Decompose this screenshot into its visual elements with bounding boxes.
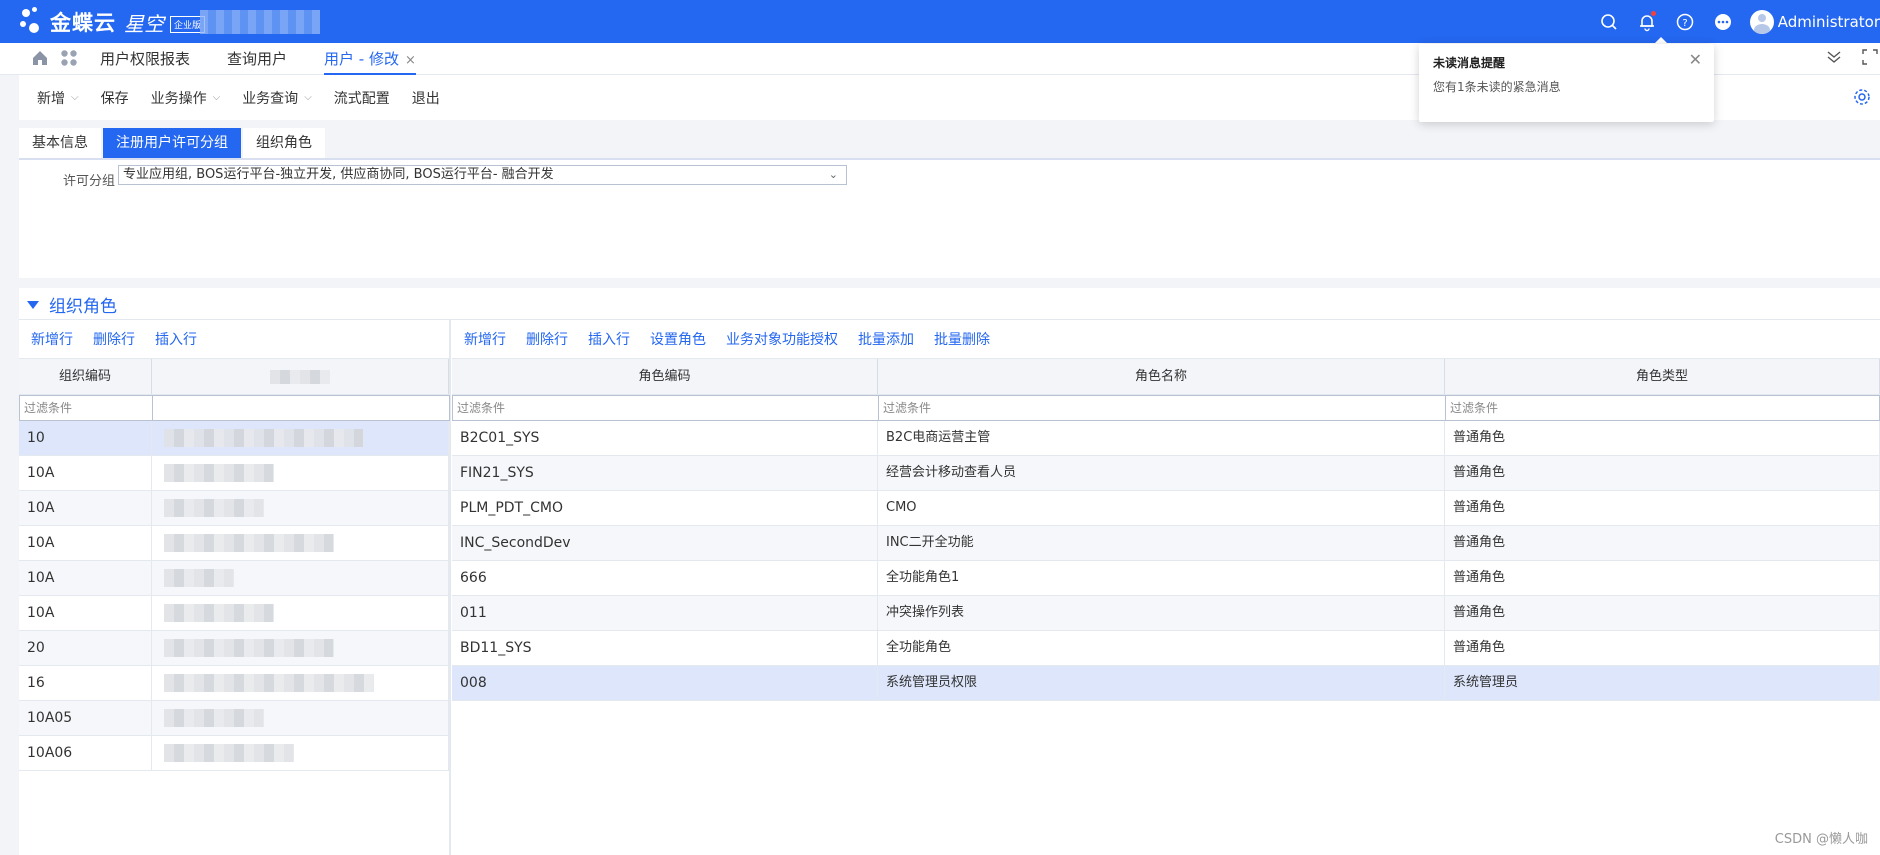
tab-user-permission-report[interactable]: 用户权限报表 [100, 43, 190, 75]
chevron-down-icon: ⌄ [828, 168, 838, 181]
license-group-select[interactable]: 专业应用组, BOS运行平台-独立开发, 供应商协同, BOS运行平台- 融合开… [118, 165, 847, 185]
table-row[interactable]: 10A [19, 491, 449, 526]
table-row[interactable]: PLM_PDT_CMO CMO 普通角色 [452, 491, 1880, 526]
more-icon[interactable] [1710, 9, 1736, 35]
table-row[interactable]: 20 [19, 631, 449, 666]
tab-license-group[interactable]: 注册用户许可分组 [103, 128, 241, 158]
unread-dot [1650, 10, 1656, 16]
table-row[interactable]: 011 冲突操作列表 普通角色 [452, 596, 1880, 631]
business-object-authorization-button[interactable]: 业务对象功能授权 [726, 329, 838, 349]
app-logo[interactable]: 金蝶云 星空 企业版 [20, 6, 206, 38]
tab-basic-info[interactable]: 基本信息 [19, 128, 101, 158]
org-grid: 新增行 删除行 插入行 组织编码 过滤条件 10 10A 10A 10A 10A… [19, 320, 451, 855]
insert-row-button[interactable]: 插入行 [588, 329, 630, 349]
chevron-down-icon: ⌵ [71, 92, 79, 103]
chevron-down-icon: ⌵ [304, 92, 312, 103]
table-row[interactable]: INC_SecondDev INC二开全功能 普通角色 [452, 526, 1880, 561]
table-row[interactable]: 10A05 [19, 701, 449, 736]
collapse-triangle-icon [27, 300, 39, 309]
filter-input[interactable]: 过滤条件 [1445, 395, 1880, 421]
notification-message[interactable]: 您有1条未读的紧急消息 [1433, 78, 1561, 95]
apps-grid-icon[interactable] [60, 49, 78, 71]
tab-query-user[interactable]: 查询用户 [227, 43, 287, 75]
grid-header: 角色编码 角色名称 角色类型 [452, 358, 1880, 395]
table-row[interactable]: 10 [19, 421, 449, 456]
top-bar: 金蝶云 星空 企业版 ? Administrator [0, 0, 1880, 43]
collapse-icon[interactable] [1826, 49, 1842, 69]
column-header-role-name[interactable]: 角色名称 [878, 359, 1445, 394]
filter-input[interactable]: 过滤条件 [19, 395, 153, 421]
role-grid: 新增行 删除行 插入行 设置角色 业务对象功能授权 批量添加 批量删除 角色编码… [452, 320, 1880, 855]
table-row[interactable]: 008 系统管理员权限 系统管理员 [452, 666, 1880, 701]
add-row-button[interactable]: 新增行 [31, 329, 73, 349]
chevron-down-icon: ⌵ [212, 92, 221, 103]
set-role-button[interactable]: 设置角色 [650, 329, 706, 349]
notification-popup: 未读消息提醒 您有1条未读的紧急消息 ✕ [1419, 44, 1714, 122]
tab-user-edit[interactable]: 用户 - 修改 × [324, 43, 416, 75]
help-icon[interactable]: ? [1672, 9, 1698, 35]
table-row[interactable]: FIN21_SYS 经营会计移动查看人员 普通角色 [452, 456, 1880, 491]
user-menu[interactable]: Administrator [1749, 9, 1880, 34]
business-operation-button[interactable]: 业务操作 ⌵ [151, 88, 221, 108]
logo-text: 金蝶云 [50, 11, 116, 35]
filter-input[interactable]: 过滤条件 [878, 395, 1446, 421]
home-icon[interactable] [30, 48, 50, 72]
close-icon[interactable]: ✕ [1689, 50, 1702, 69]
logo-icon [20, 7, 48, 37]
logo-subtext: 星空 [124, 11, 164, 36]
filter-input[interactable]: 过滤条件 [452, 395, 879, 421]
filter-input[interactable] [152, 395, 450, 421]
save-button[interactable]: 保存 [101, 88, 129, 108]
delete-row-button[interactable]: 删除行 [526, 329, 568, 349]
close-tab-icon[interactable]: × [405, 53, 416, 68]
watermark: CSDN @懒人咖 [1774, 832, 1868, 847]
grid-header: 组织编码 [19, 358, 449, 395]
table-row[interactable]: BD11_SYS 全功能角色 普通角色 [452, 631, 1880, 666]
tab-org-role[interactable]: 组织角色 [243, 128, 325, 158]
table-row[interactable]: 10A06 [19, 736, 449, 771]
bell-icon[interactable] [1634, 9, 1660, 35]
filter-row: 过滤条件 [19, 395, 450, 421]
delete-row-button[interactable]: 删除行 [93, 329, 135, 349]
new-button[interactable]: 新增 ⌵ [37, 88, 79, 108]
notification-title: 未读消息提醒 [1433, 56, 1506, 70]
search-icon[interactable] [1596, 9, 1622, 35]
table-row[interactable]: 10A [19, 456, 449, 491]
table-row[interactable]: 666 全功能角色1 普通角色 [452, 561, 1880, 596]
column-header-role-code[interactable]: 角色编码 [452, 359, 878, 394]
insert-row-button[interactable]: 插入行 [155, 329, 197, 349]
batch-delete-button[interactable]: 批量删除 [934, 329, 990, 349]
gear-icon[interactable] [1852, 87, 1872, 111]
license-group-label: 许可分组 [63, 174, 116, 189]
user-name: Administrator [1777, 12, 1880, 31]
avatar [1749, 9, 1774, 34]
batch-add-button[interactable]: 批量添加 [858, 329, 914, 349]
flow-config-button[interactable]: 流式配置 [334, 88, 390, 108]
license-group-panel: 许可分组 专业应用组, BOS运行平台-独立开发, 供应商协同, BOS运行平台… [19, 158, 1880, 278]
table-row[interactable]: B2C01_SYS B2C电商运营主管 普通角色 [452, 421, 1880, 456]
column-header-org-code[interactable]: 组织编码 [19, 359, 152, 394]
add-row-button[interactable]: 新增行 [464, 329, 506, 349]
blurred-org-name [200, 10, 320, 34]
business-query-button[interactable]: 业务查询 ⌵ [242, 88, 312, 108]
column-header-role-type[interactable]: 角色类型 [1445, 359, 1880, 394]
table-row[interactable]: 10A [19, 561, 449, 596]
svg-text:?: ? [1682, 18, 1687, 29]
column-header-org-name[interactable] [152, 359, 449, 394]
filter-row: 过滤条件 过滤条件 过滤条件 [452, 395, 1880, 421]
exit-button[interactable]: 退出 [412, 88, 440, 108]
table-row[interactable]: 10A [19, 526, 449, 561]
org-role-section: 组织角色 新增行 删除行 插入行 组织编码 过滤条件 10 10A 10A 10… [19, 288, 1880, 855]
popup-arrow [1654, 37, 1668, 44]
table-row[interactable]: 16 [19, 666, 449, 701]
fullscreen-icon[interactable] [1862, 49, 1878, 69]
section-title[interactable]: 组织角色 [27, 292, 117, 317]
info-tabs: 基本信息 注册用户许可分组 组织角色 [19, 128, 327, 158]
table-row[interactable]: 10A [19, 596, 449, 631]
